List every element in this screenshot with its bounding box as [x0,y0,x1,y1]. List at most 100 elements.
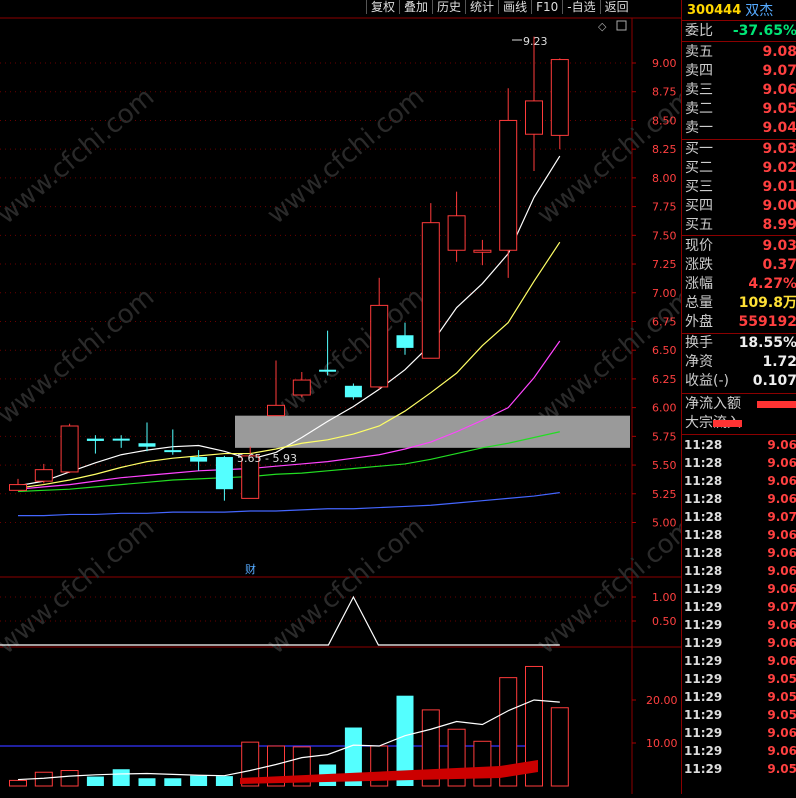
bid-level-row[interactable]: 买一 9.03 [682,140,796,159]
order-ratio-value: -37.65% [732,23,796,39]
volume-value: 109.8万 [738,295,796,311]
price-axis-label: 6.00 [652,402,677,415]
support-zone-box [235,415,630,448]
change-value: 0.37 [762,257,796,273]
volume-bar [164,778,182,786]
candle-body [267,404,285,417]
ask-level-row[interactable]: 卖一 9.04 [682,119,796,138]
financial-event-marker: 财 [245,562,256,576]
bid-level-label: 买三 [685,179,713,195]
window-restore-icon [616,20,627,31]
tick-time: 11:28 [684,492,723,506]
tick-price: 9.06 [767,636,796,650]
toolbar-f10-button[interactable]: F10 [531,0,563,14]
watermark-text: www.cfchi.com [262,512,431,660]
toolbar-back-button[interactable]: 返回 [599,0,633,14]
tick-row: 11:28 9.06 [682,472,796,490]
outer-value: 559192 [738,314,796,330]
order-ratio-label: 委比 [685,23,713,39]
tick-time: 11:29 [684,636,723,650]
volume-bar [112,769,130,786]
tick-price: 9.06 [767,528,796,542]
tick-row: 11:29 9.05 [682,706,796,724]
ask-level-price: 9.07 [762,63,796,79]
bid-level-price: 9.03 [762,141,796,157]
tick-time: 11:29 [684,744,723,758]
bid-level-label: 买二 [685,160,713,176]
bid-level-label: 买四 [685,198,713,214]
bid-level-row[interactable]: 买五 8.99 [682,216,796,235]
tick-time: 11:28 [684,456,723,470]
candle-body [292,379,311,396]
tick-price: 9.06 [767,438,796,452]
price-axis: 9.00 8.75 8.50 8.25 8.00 7.75 7.50 7.25 7.00 6.75… [598,20,677,530]
candle-body [499,119,518,251]
chart-canvas[interactable]: www.cfchi.com www.cfchi.com www.cfchi.com w… [0,0,700,794]
stock-name: 双杰 [745,3,774,19]
tick-price: 9.05 [767,708,796,722]
candle-body [447,215,466,251]
ma-line-ma120 [18,492,560,517]
price-axis-label: 8.75 [652,86,677,99]
net-flow-label: 净流入额 [685,396,741,412]
price-label: 现价 [685,238,713,254]
ask-level-row[interactable]: 卖二 9.05 [682,100,796,119]
tick-row: 11:29 9.07 [682,598,796,616]
tick-row: 11:29 9.06 [682,634,796,652]
volume-row: 总量 109.8万 [682,294,796,313]
eps-value: 0.107 [752,373,796,389]
candle [112,435,130,448]
toolbar-overlay-button[interactable]: 叠加 [399,0,433,14]
bid-level-row[interactable]: 买二 9.02 [682,159,796,178]
price-axis-label: 7.50 [652,229,677,242]
divider [682,41,796,42]
candle-body [550,59,569,136]
ask-level-label: 卖五 [685,44,713,60]
tick-time: 11:28 [684,474,723,488]
tick-row: 11:28 9.06 [682,436,796,454]
candle-body [138,443,156,447]
volume-bar [473,740,492,787]
price-row: 现价 9.03 [682,237,796,256]
toolbar-stats-button[interactable]: 统计 [465,0,499,14]
volume-bar [215,776,233,786]
tick-time: 11:28 [684,438,723,452]
block-flow-row: 大宗流入 [682,414,796,433]
tick-price: 9.06 [767,618,796,632]
candle-body [9,484,27,491]
change-row: 涨跌 0.37 [682,256,796,275]
price-value: 9.03 [762,238,796,254]
kline-chart-area[interactable]: www.cfchi.com www.cfchi.com www.cfchi.com w… [0,0,700,794]
ask-level-row[interactable]: 卖三 9.06 [682,81,796,100]
toolbar-fuquan-button[interactable]: 复权 [366,0,400,14]
tick-time: 11:28 [684,510,723,524]
toolbar-draw-button[interactable]: 画线 [498,0,532,14]
tick-row: 11:29 9.06 [682,580,796,598]
price-axis-label: 5.25 [652,488,677,501]
ask-level-row[interactable]: 卖五 9.08 [682,43,796,62]
nav-row: 净资 1.72 [682,353,796,372]
toolbar-watchlist-button[interactable]: -自选 [562,0,600,14]
tick-price: 9.06 [767,654,796,668]
bid-level-row[interactable]: 买三 9.01 [682,178,796,197]
tick-price: 9.05 [767,690,796,704]
candle [60,423,79,474]
tick-price: 9.05 [767,762,796,776]
tick-time: 11:29 [684,582,723,596]
change-label: 涨跌 [685,257,713,273]
candle [190,450,208,471]
tick-time: 11:29 [684,600,723,614]
candle-body [319,369,337,372]
watermark-text: www.cfchi.com [532,512,681,660]
price-axis-label: 7.00 [652,287,677,300]
tick-time: 11:29 [684,672,723,686]
tick-price: 9.05 [767,672,796,686]
price-axis-label: 6.25 [652,373,677,386]
tick-time: 11:29 [684,690,723,704]
support-zone [235,415,630,448]
tick-price: 9.06 [767,744,796,758]
toolbar-history-button[interactable]: 历史 [432,0,466,14]
tick-price: 9.06 [767,546,796,560]
bid-level-row[interactable]: 买四 9.00 [682,197,796,216]
ask-level-row[interactable]: 卖四 9.07 [682,62,796,81]
